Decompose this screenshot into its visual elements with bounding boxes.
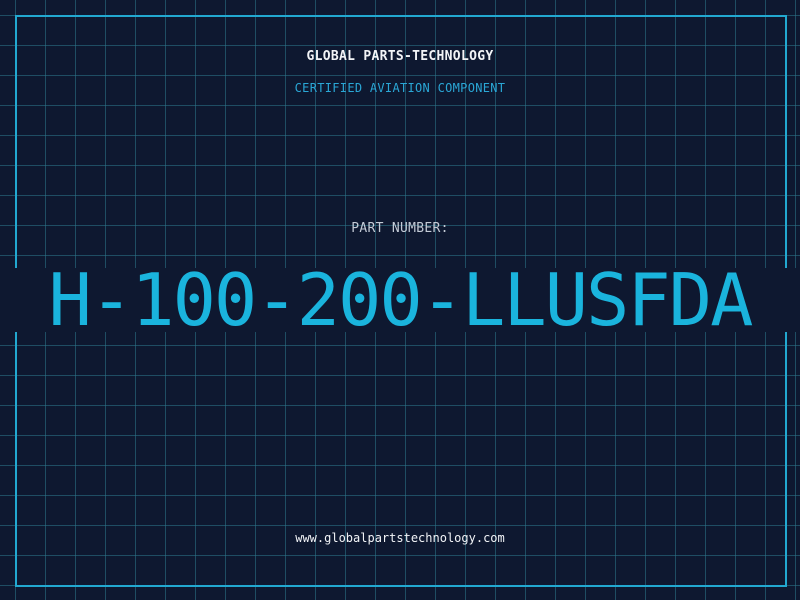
part-number-label: PART NUMBER: xyxy=(351,221,449,236)
brand-name: GLOBAL PARTS-TECHNOLOGY xyxy=(306,49,494,64)
website-link[interactable]: www.globalpartstechnology.com xyxy=(0,531,800,545)
part-number-value: H-100-200-LLUSFDA xyxy=(48,258,754,342)
part-label-card: GLOBAL PARTS-TECHNOLOGY CERTIFIED AVIATI… xyxy=(0,0,800,600)
certification-subtitle: CERTIFIED AVIATION COMPONENT xyxy=(294,81,506,95)
